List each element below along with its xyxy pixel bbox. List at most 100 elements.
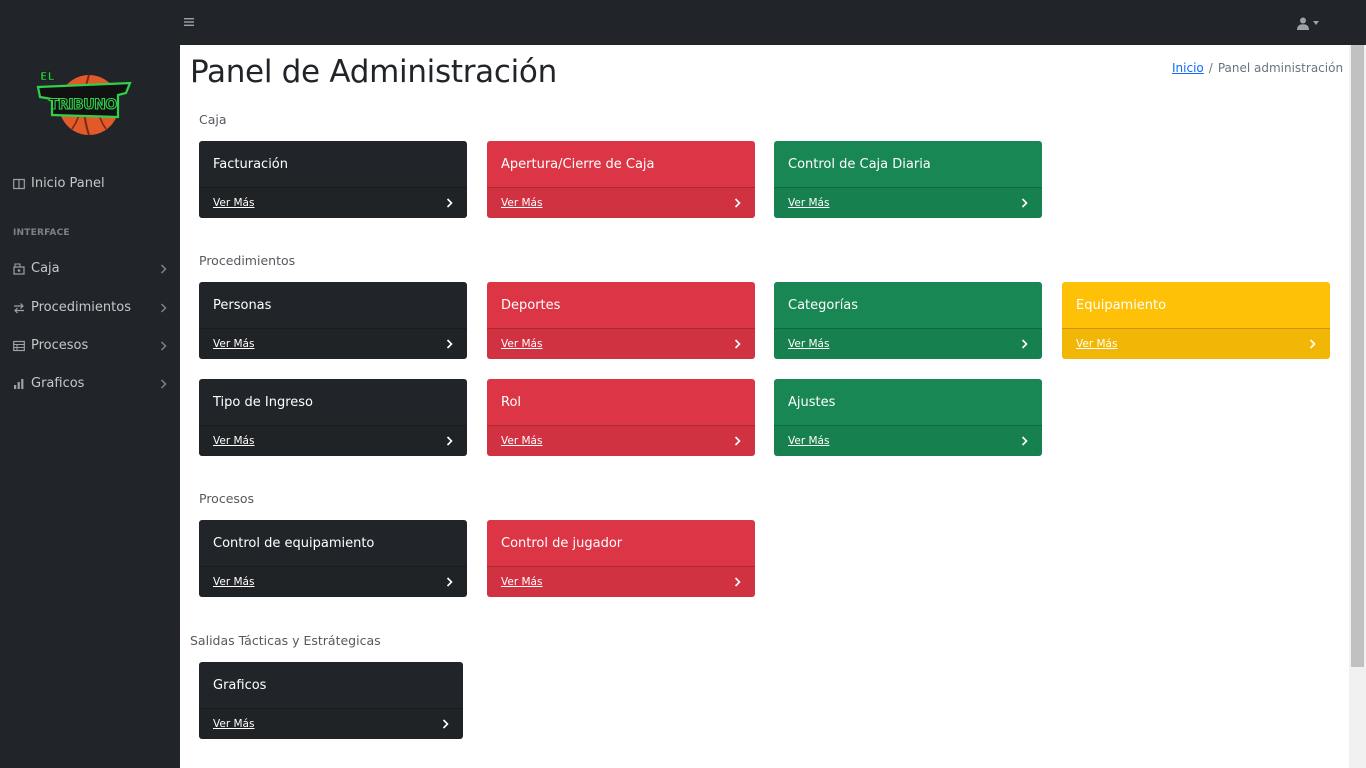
card-control-de-equipamiento: Control de equipamiento Ver Más (199, 520, 467, 597)
user-icon (1297, 17, 1309, 30)
chevron-down-icon (1313, 21, 1319, 25)
card-footer[interactable]: Ver Más (774, 187, 1042, 218)
ver-mas-link[interactable]: Ver Más (501, 197, 542, 209)
top-navbar (0, 0, 1366, 45)
columns-icon (13, 178, 25, 190)
card-title: Graficos (213, 678, 267, 693)
card-title: Control de jugador (501, 536, 623, 551)
card-ajustes: Ajustes Ver Más (774, 379, 1042, 456)
chevron-right-icon (446, 339, 453, 349)
chevron-right-icon (1021, 436, 1028, 446)
card-title: Control de Caja Diaria (788, 157, 931, 172)
section-title-caja: Caja (199, 112, 227, 127)
card-title: Tipo de Ingreso (213, 395, 313, 410)
bar-chart-icon (14, 379, 24, 389)
section-title-procedimientos: Procedimientos (199, 253, 296, 268)
card-facturacion: Facturación Ver Más (199, 141, 467, 218)
vertical-scrollbar[interactable] (1349, 45, 1366, 768)
chevron-right-icon (446, 577, 453, 587)
sidebar-item-procedimientos[interactable]: Procedimientos (0, 293, 180, 323)
card-title: Personas (213, 298, 272, 313)
chevron-right-icon (160, 379, 167, 389)
card-title: Deportes (501, 298, 561, 313)
chevron-right-icon (734, 577, 741, 587)
ver-mas-link[interactable]: Ver Más (501, 435, 542, 447)
chevron-right-icon (442, 719, 449, 729)
breadcrumb-current: Panel administración (1217, 61, 1344, 75)
section-title-procesos: Procesos (199, 491, 255, 506)
chevron-right-icon (1309, 339, 1316, 349)
card-control-caja-diaria: Control de Caja Diaria Ver Más (774, 141, 1042, 218)
sidebar-item-caja[interactable]: Caja (0, 254, 180, 284)
card-rol: Rol Ver Más (487, 379, 755, 456)
ver-mas-link[interactable]: Ver Más (788, 435, 829, 447)
ver-mas-link[interactable]: Ver Más (1076, 338, 1117, 350)
page-title: Panel de Administración (190, 54, 557, 90)
ver-mas-link[interactable]: Ver Más (213, 197, 254, 209)
chevron-right-icon (734, 436, 741, 446)
card-footer[interactable]: Ver Más (487, 425, 755, 456)
ver-mas-link[interactable]: Ver Más (213, 718, 254, 730)
chevron-right-icon (1021, 198, 1028, 208)
table-icon (13, 340, 25, 352)
card-footer[interactable]: Ver Más (199, 708, 463, 739)
chevron-right-icon (446, 198, 453, 208)
card-footer[interactable]: Ver Más (1062, 328, 1330, 359)
card-footer[interactable]: Ver Más (199, 328, 467, 359)
card-footer[interactable]: Ver Más (487, 187, 755, 218)
sidebar-item-inicio-panel[interactable]: Inicio Panel (0, 169, 180, 199)
card-footer[interactable]: Ver Más (199, 566, 467, 597)
chevron-right-icon (160, 303, 167, 313)
card-personas: Personas Ver Más (199, 282, 467, 359)
chevron-right-icon (1021, 339, 1028, 349)
card-title: Facturación (213, 157, 288, 172)
chevron-right-icon (160, 264, 167, 274)
sidebar-item-graficos[interactable]: Graficos (0, 369, 180, 399)
card-footer[interactable]: Ver Más (774, 425, 1042, 456)
chevron-right-icon (160, 341, 167, 351)
ver-mas-link[interactable]: Ver Más (788, 197, 829, 209)
card-title: Ajustes (788, 395, 836, 410)
ver-mas-link[interactable]: Ver Más (788, 338, 829, 350)
chevron-right-icon (446, 436, 453, 446)
sidebar: EL TRIBUNO Inicio Panel INTERFACE Caja P… (0, 45, 180, 768)
card-apertura-cierre-caja: Apertura/Cierre de Caja Ver Más (487, 141, 755, 218)
sidebar-heading: INTERFACE (13, 228, 70, 238)
hamburger-icon[interactable] (184, 13, 200, 31)
sidebar-item-label: Procedimientos (31, 300, 131, 315)
sidebar-item-label: Graficos (31, 376, 85, 391)
card-categorias: Categorías Ver Más (774, 282, 1042, 359)
sidebar-item-label: Inicio Panel (31, 176, 105, 191)
card-deportes: Deportes Ver Más (487, 282, 755, 359)
card-equipamiento: Equipamiento Ver Más (1062, 282, 1330, 359)
breadcrumb-separator: / (1208, 61, 1213, 75)
ver-mas-link[interactable]: Ver Más (213, 576, 254, 588)
card-footer[interactable]: Ver Más (199, 187, 467, 218)
svg-text:TRIBUNO: TRIBUNO (49, 97, 117, 113)
breadcrumb-home-link[interactable]: Inicio (1172, 61, 1204, 75)
card-title: Categorías (788, 298, 859, 313)
ver-mas-link[interactable]: Ver Más (501, 576, 542, 588)
sidebar-item-label: Procesos (31, 338, 89, 353)
ver-mas-link[interactable]: Ver Más (501, 338, 542, 350)
card-title: Apertura/Cierre de Caja (501, 157, 655, 172)
chevron-right-icon (734, 339, 741, 349)
user-dropdown[interactable] (1297, 14, 1327, 32)
svg-text:EL: EL (40, 70, 55, 83)
chevron-right-icon (734, 198, 741, 208)
ver-mas-link[interactable]: Ver Más (213, 435, 254, 447)
card-tipo-de-ingreso: Tipo de Ingreso Ver Más (199, 379, 467, 456)
card-footer[interactable]: Ver Más (774, 328, 1042, 359)
ver-mas-link[interactable]: Ver Más (213, 338, 254, 350)
exchange-icon (14, 303, 24, 314)
card-footer[interactable]: Ver Más (487, 328, 755, 359)
scrollbar-thumb[interactable] (1351, 45, 1364, 667)
sidebar-item-procesos[interactable]: Procesos (0, 331, 180, 361)
card-graficos: Graficos Ver Más (199, 662, 463, 739)
card-footer[interactable]: Ver Más (487, 566, 755, 597)
card-footer[interactable]: Ver Más (199, 425, 467, 456)
cash-register-icon (13, 263, 25, 275)
logo: EL TRIBUNO (32, 57, 136, 137)
card-title: Control de equipamiento (213, 536, 375, 551)
section-title-salidas: Salidas Tácticas y Estrátegicas (190, 633, 381, 648)
